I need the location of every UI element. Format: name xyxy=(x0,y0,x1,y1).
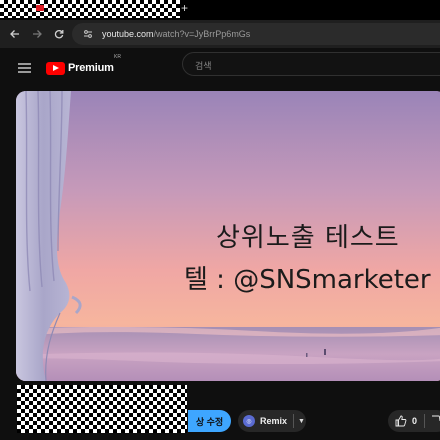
remix-divider xyxy=(293,414,295,428)
reload-button[interactable] xyxy=(51,26,67,42)
hamburger-menu-icon xyxy=(17,63,31,73)
edit-video-button[interactable]: 상 수정 xyxy=(188,410,231,432)
remix-button[interactable]: ◎ Remix ▼ xyxy=(238,410,306,432)
chevron-down-icon[interactable]: ▼ xyxy=(298,418,305,425)
address-bar[interactable]: youtube.com/watch?v=JyBrrPp6mGs xyxy=(72,23,440,45)
remix-label: Remix xyxy=(260,416,288,426)
remix-icon: ◎ xyxy=(243,415,255,427)
thumbs-up-icon[interactable] xyxy=(395,415,407,427)
redacted-tab-area xyxy=(0,0,180,18)
redacted-channel-area xyxy=(17,385,187,433)
like-count: 0 xyxy=(412,416,418,426)
new-tab-button[interactable]: + xyxy=(181,2,188,14)
guide-menu-button[interactable] xyxy=(16,60,32,76)
arrow-left-icon xyxy=(10,30,19,38)
youtube-premium-logo[interactable]: Premium xyxy=(46,57,114,79)
reload-icon xyxy=(54,30,64,39)
like-divider xyxy=(424,414,426,428)
browser-tab-strip: + xyxy=(0,0,440,20)
country-code: KR xyxy=(114,54,121,60)
back-button[interactable] xyxy=(7,26,23,42)
url-host: youtube.com xyxy=(102,29,154,39)
search-placeholder: 검색 xyxy=(195,61,212,71)
youtube-play-logo-icon xyxy=(46,61,65,75)
video-player[interactable]: 상위노출 테스트 텔 : @SNSmarketer xyxy=(16,91,440,381)
url-text[interactable]: youtube.com/watch?v=JyBrrPp6mGs xyxy=(102,28,250,40)
tab-favicon-icon xyxy=(36,5,44,11)
logo-text: Premium xyxy=(68,62,114,74)
video-overlay-contact: 텔 : @SNSmarketer xyxy=(184,265,431,295)
site-info-tune-icon[interactable] xyxy=(81,27,95,41)
youtube-masthead: Premium KR 검색 xyxy=(0,48,440,88)
browser-toolbar: youtube.com/watch?v=JyBrrPp6mGs xyxy=(0,20,440,48)
thumbs-down-icon[interactable] xyxy=(430,415,440,427)
video-overlay-title: 상위노출 테스트 xyxy=(216,223,400,253)
search-input[interactable]: 검색 xyxy=(182,52,440,76)
edit-video-label: 상 수정 xyxy=(195,416,224,427)
like-dislike-segment: 0 xyxy=(388,410,440,432)
url-path: /watch?v=JyBrrPp6mGs xyxy=(153,29,251,39)
forward-button[interactable] xyxy=(29,26,45,42)
arrow-right-icon xyxy=(33,30,42,38)
